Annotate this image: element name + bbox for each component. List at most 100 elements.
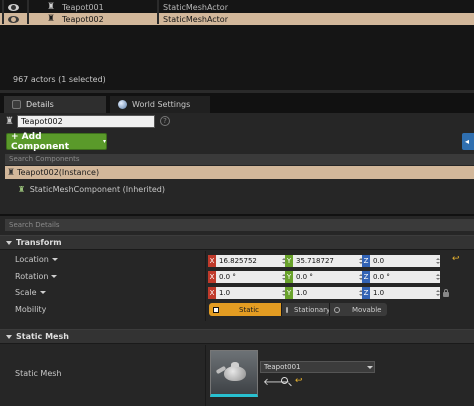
outliner-row[interactable]: ♜ Teapot001 StaticMeshActor (0, 1, 474, 13)
static-mesh-asset-picker[interactable]: Teapot001 (260, 361, 375, 373)
location-x-value[interactable]: 16.825752 (216, 255, 286, 267)
panel-divider (0, 214, 474, 216)
transform-category[interactable]: Transform (0, 235, 474, 250)
spin-icon (280, 258, 286, 264)
eye-icon[interactable] (8, 3, 19, 11)
rotation-y-value[interactable]: 0.0 ° (293, 271, 363, 283)
axis-x-label: X (208, 271, 216, 283)
rotation-y-field[interactable]: Y 0.0 ° (285, 271, 363, 283)
axis-y-label: Y (285, 287, 293, 299)
tab-details-label: Details (26, 100, 54, 109)
rotation-z-field[interactable]: Z 0.0 ° (362, 271, 440, 283)
mobility-static-button[interactable]: Static (209, 303, 281, 316)
teapot-thumbnail-image (224, 366, 246, 381)
static-mesh-actor-icon: ♜ (5, 116, 14, 127)
outliner-row-selected[interactable]: ♜ Teapot002 StaticMeshActor (0, 13, 474, 25)
transform-title: Transform (16, 238, 62, 247)
chevron-down-icon: ▾ (102, 138, 106, 145)
reset-to-default-icon[interactable]: ↩ (295, 376, 303, 386)
scale-x-field[interactable]: X 1.0 (208, 287, 286, 299)
location-label[interactable]: Location (15, 255, 58, 264)
tab-bar: Details World Settings (0, 93, 474, 113)
scale-z-text: 1.0 (373, 289, 385, 297)
rotation-x-text: 0.0 ° (219, 273, 236, 281)
component-row[interactable]: ♜ StaticMeshComponent (Inherited) (18, 185, 165, 194)
lock-icon[interactable] (443, 289, 449, 297)
eye-icon[interactable] (8, 15, 19, 23)
actor-name: Teapot002 (62, 14, 104, 24)
axis-z-label: Z (362, 287, 370, 299)
axis-x-label: X (208, 287, 216, 299)
actor-type: StaticMeshActor (163, 2, 228, 12)
outliner-divider (2, 0, 4, 24)
tab-details[interactable]: Details (4, 96, 106, 113)
search-components-input[interactable]: Search Components (5, 154, 474, 165)
spin-icon (357, 274, 363, 280)
actor-name: Teapot001 (62, 2, 104, 12)
axis-y-label: Y (285, 271, 293, 283)
globe-icon (118, 100, 127, 109)
location-z-value[interactable]: 0.0 (370, 255, 440, 267)
static-mesh-actor-icon: ♜ (7, 167, 16, 178)
actor-count-status: 967 actors (1 selected) (13, 75, 106, 84)
rotation-x-value[interactable]: 0.0 ° (216, 271, 286, 283)
column-splitter[interactable] (205, 345, 206, 406)
mobility-stationary-label: Stationary (294, 305, 331, 314)
location-y-text: 35.718727 (296, 257, 334, 265)
rotation-z-value[interactable]: 0.0 ° (370, 271, 440, 283)
scale-label-text: Scale (15, 288, 37, 297)
actor-name-field[interactable]: Teapot002 (17, 115, 155, 128)
scale-x-value[interactable]: 1.0 (216, 287, 286, 299)
mobility-stationary-button[interactable]: Stationary (281, 303, 331, 316)
chevron-down-icon (51, 258, 58, 261)
static-mesh-component-icon: ♜ (18, 185, 26, 194)
rotation-x-field[interactable]: X 0.0 ° (208, 271, 286, 283)
mobility-movable-button[interactable]: Movable (329, 303, 387, 316)
scale-y-field[interactable]: Y 1.0 (285, 287, 363, 299)
outliner-divider (157, 0, 159, 24)
spin-icon (280, 290, 286, 296)
spin-icon (434, 290, 440, 296)
scale-label[interactable]: Scale (15, 288, 46, 297)
scale-z-field[interactable]: Z 1.0 (362, 287, 440, 299)
static-mesh-label-text: Static Mesh (15, 369, 62, 378)
spin-icon (280, 274, 286, 280)
location-y-field[interactable]: Y 35.718727 (285, 255, 363, 267)
collapse-triangle-icon (6, 334, 12, 339)
rotation-label[interactable]: Rotation (15, 272, 58, 281)
search-details-input[interactable]: Search Details (5, 219, 474, 231)
help-icon[interactable]: ? (160, 116, 170, 126)
blueprint-button[interactable]: ◂ (462, 133, 474, 150)
mobility-label: Mobility (15, 305, 46, 314)
chevron-down-icon (51, 275, 58, 278)
column-splitter[interactable] (205, 251, 206, 321)
component-instance-row[interactable]: ♜ Teapot002(Instance) (5, 166, 474, 179)
mobility-static-label: Static (239, 305, 260, 314)
chevron-down-icon (39, 291, 46, 294)
browse-search-icon[interactable] (281, 377, 288, 384)
axis-z-label: Z (362, 255, 370, 267)
location-x-field[interactable]: X 16.825752 (208, 255, 286, 267)
static-mesh-actor-icon: ♜ (47, 14, 56, 24)
scale-y-value[interactable]: 1.0 (293, 287, 363, 299)
stationary-icon (286, 306, 288, 313)
add-component-label: + Add Component (11, 131, 70, 152)
scale-x-text: 1.0 (219, 289, 231, 297)
instance-label: Teapot002(Instance) (17, 168, 100, 177)
scale-z-value[interactable]: 1.0 (370, 287, 440, 299)
location-y-value[interactable]: 35.718727 (293, 255, 363, 267)
spin-icon (357, 258, 363, 264)
reset-to-default-icon[interactable]: ↩ (452, 254, 460, 264)
rotation-label-text: Rotation (15, 272, 49, 281)
axis-z-label: Z (362, 271, 370, 283)
mobility-movable-label: Movable (352, 305, 382, 314)
rotation-y-text: 0.0 ° (296, 273, 313, 281)
location-z-field[interactable]: Z 0.0 (362, 255, 440, 267)
static-mesh-category[interactable]: Static Mesh (0, 329, 474, 344)
add-component-button[interactable]: + Add Component ▾ (6, 131, 107, 152)
chevron-down-icon[interactable] (367, 366, 373, 369)
spin-icon (357, 290, 363, 296)
tab-world-settings[interactable]: World Settings (110, 96, 210, 113)
location-z-text: 0.0 (373, 257, 385, 265)
component-label: StaticMeshComponent (Inherited) (29, 185, 165, 194)
